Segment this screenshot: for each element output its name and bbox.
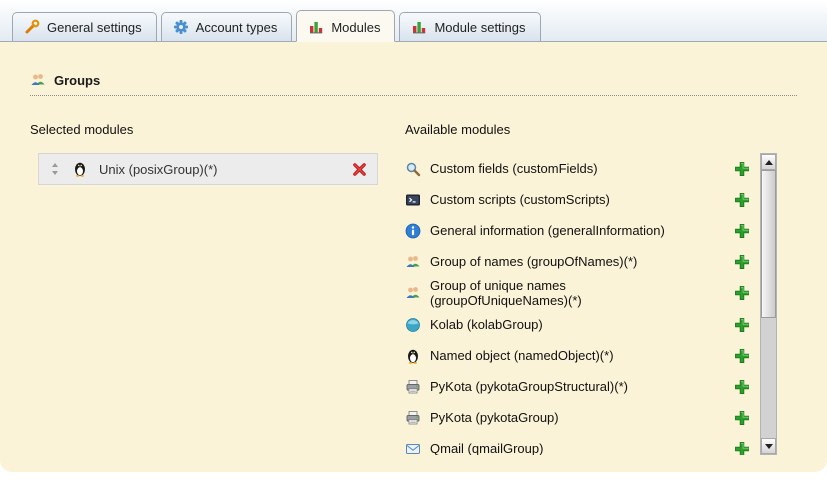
available-modules-listbox: Custom fields (customFields) Custom scri… xyxy=(405,153,797,455)
tab-label: Modules xyxy=(331,20,380,35)
tab-module-settings[interactable]: Module settings xyxy=(399,12,540,41)
add-icon[interactable] xyxy=(734,254,750,270)
tab-label: General settings xyxy=(47,20,142,35)
tools-icon xyxy=(24,19,40,35)
available-module-label: Named object (namedObject)(*) xyxy=(430,348,614,363)
available-modules-list: Custom fields (customFields) Custom scri… xyxy=(405,153,760,455)
scrollbar-thumb[interactable] xyxy=(761,170,776,318)
available-module-label: Group of names (groupOfNames)(*) xyxy=(430,254,637,269)
available-module-row: Qmail (qmailGroup) xyxy=(405,433,760,455)
vertical-scrollbar[interactable] xyxy=(760,153,777,455)
magnifier-icon xyxy=(405,161,421,177)
available-module-row: General information (generalInformation) xyxy=(405,215,760,246)
available-module-row: Named object (namedObject)(*) xyxy=(405,340,760,371)
available-modules-heading: Available modules xyxy=(405,122,797,137)
available-module-label: Custom fields (customFields) xyxy=(430,161,598,176)
add-icon[interactable] xyxy=(734,379,750,395)
selected-modules-heading: Selected modules xyxy=(30,122,405,137)
drag-handle-icon[interactable] xyxy=(49,162,61,176)
selected-modules-column: Selected modules Unix (posixGroup)(*) xyxy=(30,122,405,455)
lam-configuration-page: General settings Account types Modules M… xyxy=(0,0,827,486)
kolab-icon xyxy=(405,317,421,333)
tab-label: Account types xyxy=(196,20,278,35)
module-settings-icon xyxy=(411,19,427,35)
mail-icon xyxy=(405,441,421,456)
available-module-label: Kolab (kolabGroup) xyxy=(430,317,543,332)
tab-modules[interactable]: Modules xyxy=(296,10,395,42)
add-icon[interactable] xyxy=(734,441,750,456)
script-icon xyxy=(405,192,421,208)
tab-bar: General settings Account types Modules M… xyxy=(0,0,827,42)
available-module-label: PyKota (pykotaGroup) xyxy=(430,410,559,425)
section-title: Groups xyxy=(54,73,100,88)
group-icon xyxy=(405,285,421,301)
available-module-label: Custom scripts (customScripts) xyxy=(430,192,610,207)
available-modules-column: Available modules Custom fields (customF… xyxy=(405,122,797,455)
available-module-row: PyKota (pykotaGroupStructural)(*) xyxy=(405,371,760,402)
available-module-row: Group of names (groupOfNames)(*) xyxy=(405,246,760,277)
scroll-down-arrow-icon[interactable] xyxy=(761,438,776,454)
group-icon xyxy=(405,254,421,270)
gear-icon xyxy=(173,19,189,35)
add-icon[interactable] xyxy=(734,317,750,333)
available-module-row: Custom fields (customFields) xyxy=(405,153,760,184)
selected-module-label: Unix (posixGroup)(*) xyxy=(99,162,217,177)
tab-strip: General settings Account types Modules M… xyxy=(12,10,541,41)
up-triangle xyxy=(765,160,773,165)
add-icon[interactable] xyxy=(734,410,750,426)
available-module-row: PyKota (pykotaGroup) xyxy=(405,402,760,433)
available-module-label: PyKota (pykotaGroupStructural)(*) xyxy=(430,379,628,394)
add-icon[interactable] xyxy=(734,348,750,364)
add-icon[interactable] xyxy=(734,285,750,301)
tab-general-settings[interactable]: General settings xyxy=(12,12,157,41)
selected-module-row: Unix (posixGroup)(*) xyxy=(38,153,378,185)
available-module-row: Group of unique names (groupOfUniqueName… xyxy=(405,277,760,309)
groups-icon xyxy=(30,72,46,88)
available-module-row: Kolab (kolabGroup) xyxy=(405,309,760,340)
printer-icon xyxy=(405,379,421,395)
available-module-label: General information (generalInformation) xyxy=(430,223,665,238)
available-module-label: Qmail (qmailGroup) xyxy=(430,441,543,455)
available-module-row: Custom scripts (customScripts) xyxy=(405,184,760,215)
info-icon xyxy=(405,223,421,239)
content-panel: Groups Selected modules Unix (posixGroup… xyxy=(0,42,827,472)
available-module-label: Group of unique names (groupOfUniqueName… xyxy=(430,278,702,308)
penguin-icon xyxy=(72,161,88,177)
down-triangle xyxy=(765,444,773,449)
tab-account-types[interactable]: Account types xyxy=(161,12,293,41)
tab-label: Module settings xyxy=(434,20,525,35)
add-icon[interactable] xyxy=(734,192,750,208)
section-header: Groups xyxy=(30,72,797,96)
add-icon[interactable] xyxy=(734,223,750,239)
remove-icon[interactable] xyxy=(352,162,367,177)
add-icon[interactable] xyxy=(734,161,750,177)
penguin-icon xyxy=(405,348,421,364)
printer-icon xyxy=(405,410,421,426)
modules-icon xyxy=(308,19,324,35)
module-columns: Selected modules Unix (posixGroup)(*) xyxy=(30,122,797,455)
scroll-up-arrow-icon[interactable] xyxy=(761,154,776,170)
